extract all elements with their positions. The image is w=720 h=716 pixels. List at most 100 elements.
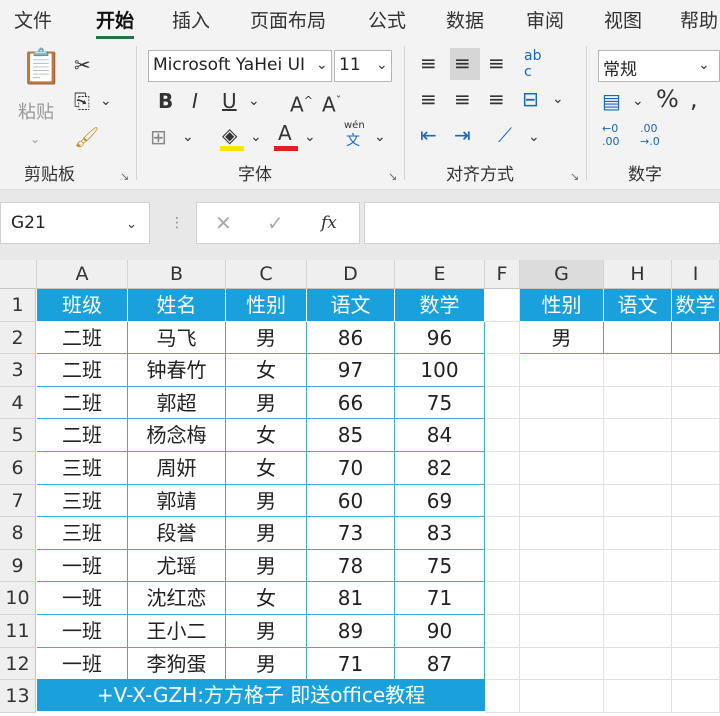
cell[interactable]	[672, 549, 720, 583]
insert-function-icon[interactable]: fx	[321, 210, 337, 236]
border-dropdown-icon[interactable]: ⌄	[182, 124, 194, 150]
table-cell[interactable]: 一班	[37, 582, 128, 615]
criteria-cell[interactable]	[604, 321, 672, 355]
cell[interactable]	[604, 419, 672, 452]
table-cell[interactable]: 男	[226, 549, 307, 583]
row-header[interactable]: 13	[0, 680, 36, 713]
table-cell[interactable]: 杨念梅	[128, 419, 226, 452]
tab-data[interactable]: 数据	[446, 6, 484, 33]
table-cell[interactable]: 73	[307, 517, 395, 550]
table-cell[interactable]: 段誉	[128, 517, 226, 550]
table-cell[interactable]: 三班	[37, 517, 128, 550]
table-cell[interactable]: 男	[226, 386, 307, 420]
col-header-h[interactable]: H	[604, 260, 672, 289]
align-top-icon[interactable]: ≡	[420, 50, 437, 76]
table-cell[interactable]: 女	[226, 419, 307, 452]
col-header-e[interactable]: E	[395, 260, 485, 289]
cell[interactable]	[604, 386, 672, 420]
format-painter-icon[interactable]: 🖌	[74, 124, 99, 150]
wrap-text-label[interactable]: ab c	[524, 48, 541, 80]
table-cell[interactable]: 100	[395, 354, 485, 387]
cell[interactable]	[672, 680, 720, 713]
cell[interactable]	[604, 354, 672, 387]
align-center-icon[interactable]: ≡	[454, 86, 471, 112]
table-cell[interactable]: 75	[395, 386, 485, 420]
accounting-format-icon[interactable]: ▤	[602, 88, 621, 114]
row-header[interactable]: 2	[0, 321, 36, 355]
cell[interactable]	[485, 615, 520, 648]
tab-review[interactable]: 审阅	[526, 6, 564, 33]
cell[interactable]	[604, 680, 672, 713]
tab-formulas[interactable]: 公式	[368, 6, 406, 33]
row-header[interactable]: 1	[0, 289, 36, 322]
table-cell[interactable]: 60	[307, 484, 395, 518]
cell[interactable]	[672, 452, 720, 485]
name-box-dropdown-icon[interactable]: ⌄	[126, 212, 137, 238]
cell[interactable]	[520, 549, 604, 583]
cell[interactable]	[485, 582, 520, 615]
table-cell[interactable]: 一班	[37, 549, 128, 583]
col-header-g[interactable]: G	[520, 260, 604, 289]
cell[interactable]	[604, 452, 672, 485]
cell[interactable]	[485, 680, 520, 713]
table-cell[interactable]: 男	[226, 484, 307, 518]
row-header[interactable]: 12	[0, 647, 36, 681]
cell[interactable]	[672, 517, 720, 550]
percent-style-icon[interactable]: %	[656, 86, 679, 112]
bold-button[interactable]: B	[158, 88, 173, 114]
align-right-icon[interactable]: ≡	[488, 86, 505, 112]
col-header-d[interactable]: D	[307, 260, 395, 289]
row-header[interactable]: 9	[0, 549, 36, 583]
row-header[interactable]: 11	[0, 615, 36, 648]
table-cell[interactable]: 男	[226, 517, 307, 550]
table-cell[interactable]: 81	[307, 582, 395, 615]
col-header-i[interactable]: I	[672, 260, 720, 289]
tab-file[interactable]: 文件	[14, 6, 52, 33]
font-launcher-icon[interactable]: ↘	[388, 170, 397, 183]
decrease-indent-icon[interactable]: ⇤	[420, 122, 437, 148]
cell[interactable]	[520, 354, 604, 387]
cell[interactable]	[485, 419, 520, 452]
row-header[interactable]: 7	[0, 484, 36, 518]
border-icon[interactable]: ⊞	[150, 124, 167, 150]
table-cell[interactable]: 71	[395, 582, 485, 615]
table-cell[interactable]: 周妍	[128, 452, 226, 485]
font-name-select[interactable]: Microsoft YaHei UI	[148, 50, 332, 82]
tab-home[interactable]: 开始	[96, 6, 134, 33]
select-all-corner[interactable]	[0, 260, 37, 289]
table-cell[interactable]: 尤瑶	[128, 549, 226, 583]
table-cell[interactable]: 二班	[37, 419, 128, 452]
table-cell[interactable]: 71	[307, 647, 395, 681]
table-cell[interactable]: 女	[226, 582, 307, 615]
decrease-font-icon[interactable]: Aˇ	[322, 88, 341, 118]
tab-help[interactable]: 帮助	[680, 6, 718, 33]
table-cell[interactable]: 75	[395, 549, 485, 583]
table-cell[interactable]: 马飞	[128, 321, 226, 355]
cell[interactable]	[604, 647, 672, 681]
col-header-a[interactable]: A	[37, 260, 128, 289]
cell[interactable]	[485, 452, 520, 485]
cell[interactable]	[520, 386, 604, 420]
table-cell[interactable]: 一班	[37, 615, 128, 648]
cell[interactable]	[604, 582, 672, 615]
table-cell[interactable]: 女	[226, 354, 307, 387]
table-cell[interactable]: 78	[307, 549, 395, 583]
banner-row-13[interactable]: +V-X-GZH:方方格子 即送office教程	[37, 679, 485, 711]
row-header[interactable]: 8	[0, 517, 36, 550]
formula-input[interactable]	[364, 202, 720, 244]
cell[interactable]	[672, 647, 720, 681]
decrease-decimal-icon[interactable]: .00 →.0	[640, 122, 668, 148]
phonetic-dropdown-icon[interactable]: ⌄	[374, 124, 386, 150]
table-cell[interactable]: 郭靖	[128, 484, 226, 518]
number-format-dropdown-icon[interactable]: ⌄	[698, 52, 710, 78]
cell[interactable]	[485, 647, 520, 681]
copy-icon[interactable]: ⎘	[74, 88, 90, 114]
cell[interactable]	[520, 680, 604, 713]
table-header-cell[interactable]: 数学	[395, 289, 485, 322]
cell[interactable]	[604, 615, 672, 648]
cell[interactable]	[485, 484, 520, 518]
criteria-header-cell[interactable]: 数学	[672, 289, 720, 322]
paste-icon[interactable]: 📋	[20, 50, 62, 84]
cell[interactable]	[485, 386, 520, 420]
cell[interactable]	[520, 615, 604, 648]
